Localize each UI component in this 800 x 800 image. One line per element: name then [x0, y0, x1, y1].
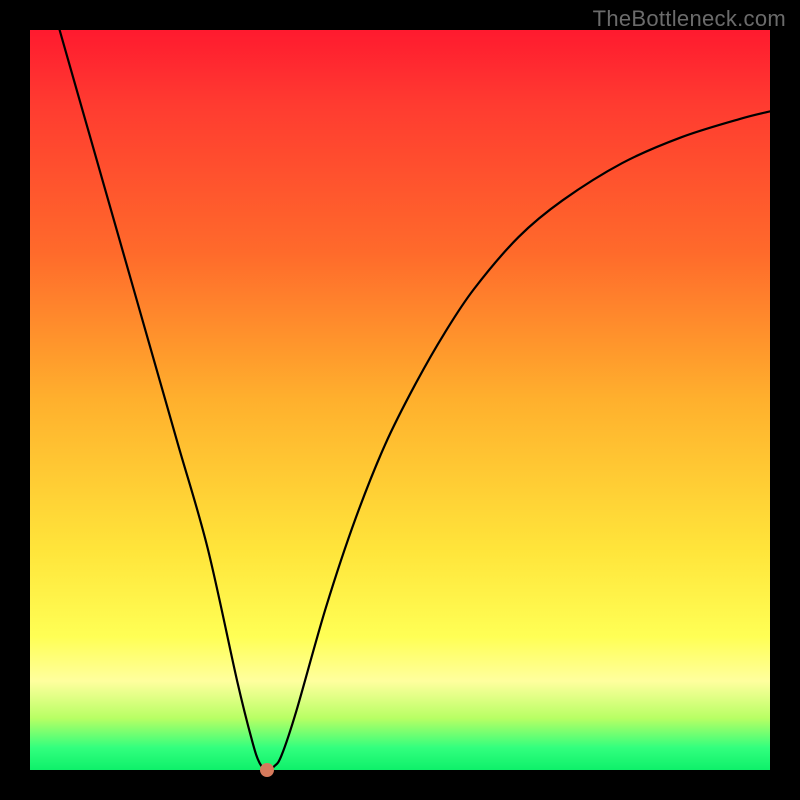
optimum-marker-dot [260, 763, 274, 777]
plot-area [30, 30, 770, 770]
bottleneck-curve [30, 30, 770, 770]
watermark-text: TheBottleneck.com [593, 6, 786, 32]
chart-frame: TheBottleneck.com [0, 0, 800, 800]
